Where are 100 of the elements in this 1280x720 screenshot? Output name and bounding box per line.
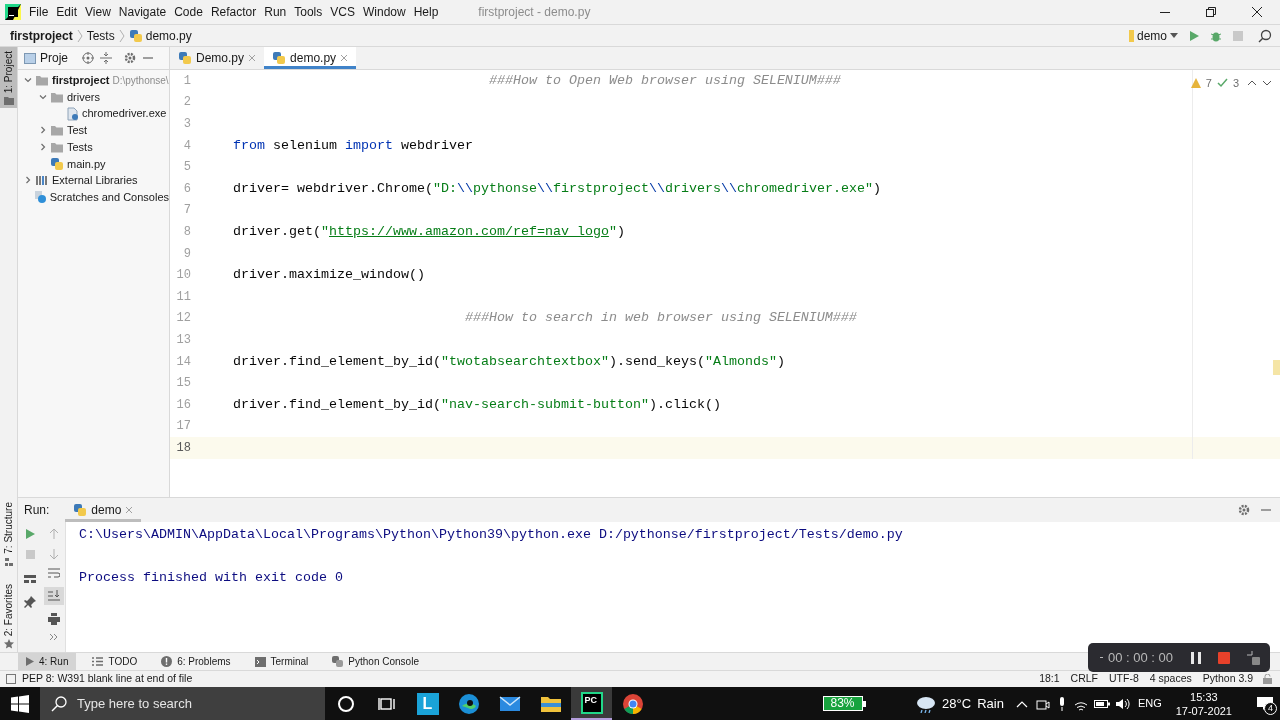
code-line: ###How to Open Web browser using SELENIUM### (487, 71, 841, 90)
folder-icon (50, 124, 64, 137)
close-icon[interactable] (340, 54, 349, 62)
tool-window-tab[interactable]: 4: Run (18, 653, 77, 670)
panel-icon (24, 52, 36, 64)
weather-icon[interactable] (915, 694, 938, 713)
menu-item[interactable]: Window (358, 3, 410, 21)
breadcrumb-item[interactable]: firstproject (10, 26, 73, 45)
locate-icon[interactable] (82, 52, 94, 64)
taskbar-search-field[interactable]: Type here to search (40, 687, 325, 720)
volume-icon[interactable] (1115, 697, 1130, 710)
status-item[interactable]: UTF-8 (1109, 671, 1139, 687)
code-line: from selenium import webdriver (233, 136, 473, 155)
tool-window-tab[interactable]: TODO (84, 653, 146, 670)
project-path: D:\pythonse\ (112, 73, 169, 88)
pin-icon[interactable] (24, 596, 36, 608)
line-number: 6 (182, 180, 191, 198)
line-number: 13 (175, 331, 191, 349)
tree-item[interactable]: main.py (67, 155, 106, 173)
python-file-icon (128, 28, 143, 43)
close-icon (1252, 7, 1262, 17)
tool-window-button[interactable]: 7: Structure (0, 498, 17, 570)
status-item[interactable]: Python 3.9 (1202, 671, 1253, 687)
menu-item[interactable]: Help (409, 3, 443, 21)
soft-wrap-icon[interactable] (47, 568, 60, 579)
tree-item[interactable]: chromedriver.exe (82, 105, 167, 122)
pause-icon[interactable] (1190, 650, 1202, 665)
menu-item[interactable]: Refactor (206, 3, 261, 21)
search-icon[interactable] (1258, 28, 1272, 43)
folder-icon (35, 74, 49, 87)
line-number: 18 (175, 439, 191, 457)
tree-item[interactable]: Test (67, 122, 88, 139)
chevron-right-icon[interactable] (38, 125, 48, 136)
scrollbar-mark[interactable] (1273, 360, 1280, 375)
status-item[interactable]: 4 spaces (1149, 671, 1192, 687)
editor-tab[interactable]: Demo.py (170, 47, 265, 69)
tree-item[interactable]: Scratches and Consoles (49, 188, 169, 206)
tool-window-button[interactable]: 1: Project (0, 47, 17, 109)
status-item[interactable]: 18:1 (1039, 671, 1060, 687)
menu-item[interactable]: Tools (290, 3, 327, 21)
window-title: firstproject - demo.py (478, 4, 591, 21)
status-item[interactable]: CRLF (1070, 671, 1098, 687)
input-language[interactable]: ENG (1137, 695, 1162, 712)
weather-condition[interactable]: Rain (977, 693, 1004, 714)
weather-temperature[interactable]: 28°C (942, 693, 972, 714)
line-number: 11 (175, 288, 191, 306)
close-icon[interactable] (125, 506, 134, 514)
rerun-icon[interactable] (24, 528, 36, 540)
tool-window-tab[interactable]: Terminal (246, 653, 317, 670)
line-number: 10 (175, 267, 191, 285)
menu-item[interactable]: VCS (326, 3, 359, 21)
collapse-all-icon[interactable] (100, 52, 112, 64)
run-tab[interactable]: demo (65, 498, 142, 522)
taskbar-app[interactable]: PC (571, 687, 612, 720)
tool-window-button[interactable]: 2: Favorites (0, 579, 17, 652)
settings-icon[interactable] (1238, 504, 1250, 516)
menu-item[interactable]: Navigate (114, 3, 171, 21)
menu-item[interactable]: View (81, 3, 115, 21)
search-input[interactable]: Type here to search (77, 693, 297, 714)
typo-count[interactable]: 3 (1232, 75, 1239, 92)
tool-window-tab[interactable]: Python Console (324, 653, 427, 670)
clock[interactable]: 15:33 17-07-2021 (1175, 689, 1232, 718)
windows-logo-icon (11, 694, 29, 713)
notification-button[interactable]: 4 (1250, 687, 1280, 720)
battery-icon[interactable] (1093, 698, 1110, 709)
run-icon[interactable] (1188, 29, 1200, 42)
more-icon[interactable] (48, 633, 59, 641)
warning-count[interactable]: 7 (1205, 75, 1212, 92)
line-number: 15 (175, 375, 191, 393)
panel-title[interactable]: Proje (40, 49, 68, 67)
lock-icon[interactable] (1263, 674, 1272, 684)
tree-item[interactable]: Tests (67, 138, 93, 156)
status-toggle-icon[interactable] (6, 674, 16, 684)
caret-icon (1170, 32, 1178, 39)
chevron-right-icon[interactable] (23, 175, 33, 186)
stop-recording-icon[interactable] (1218, 651, 1230, 664)
breadcrumb-item[interactable]: demo.py (145, 26, 192, 45)
settings-icon[interactable] (124, 52, 136, 64)
run-configuration-dropdown[interactable]: demo (1128, 26, 1178, 45)
python-file-icon (178, 51, 192, 65)
editor-tab[interactable]: demo.py (264, 47, 357, 69)
menu-item[interactable]: Edit (52, 3, 82, 21)
line-number: 3 (182, 116, 191, 133)
menu-item[interactable]: Run (260, 3, 291, 21)
layout-icon[interactable] (24, 574, 36, 584)
menu-item[interactable]: Code (170, 3, 207, 21)
tool-window-tab[interactable]: 6: Problems (153, 653, 239, 670)
chevron-right-icon[interactable] (38, 142, 48, 153)
line-number: 16 (175, 396, 191, 414)
collapse-icon[interactable] (1246, 650, 1260, 665)
breadcrumb-item[interactable]: Tests (86, 26, 115, 45)
close-icon[interactable] (248, 54, 257, 62)
print-icon[interactable] (47, 613, 60, 625)
show-hidden-icons-icon[interactable] (1015, 699, 1028, 708)
scroll-to-end-button[interactable] (43, 587, 64, 605)
tree-item[interactable]: External Libraries (52, 172, 138, 189)
tree-item[interactable]: firstproject (52, 72, 110, 89)
code-line: driver.find_element_by_id("nav-search-submit-button").click() (233, 395, 721, 414)
menu-item[interactable]: File (25, 3, 53, 21)
tree-item[interactable]: drivers (67, 88, 100, 106)
